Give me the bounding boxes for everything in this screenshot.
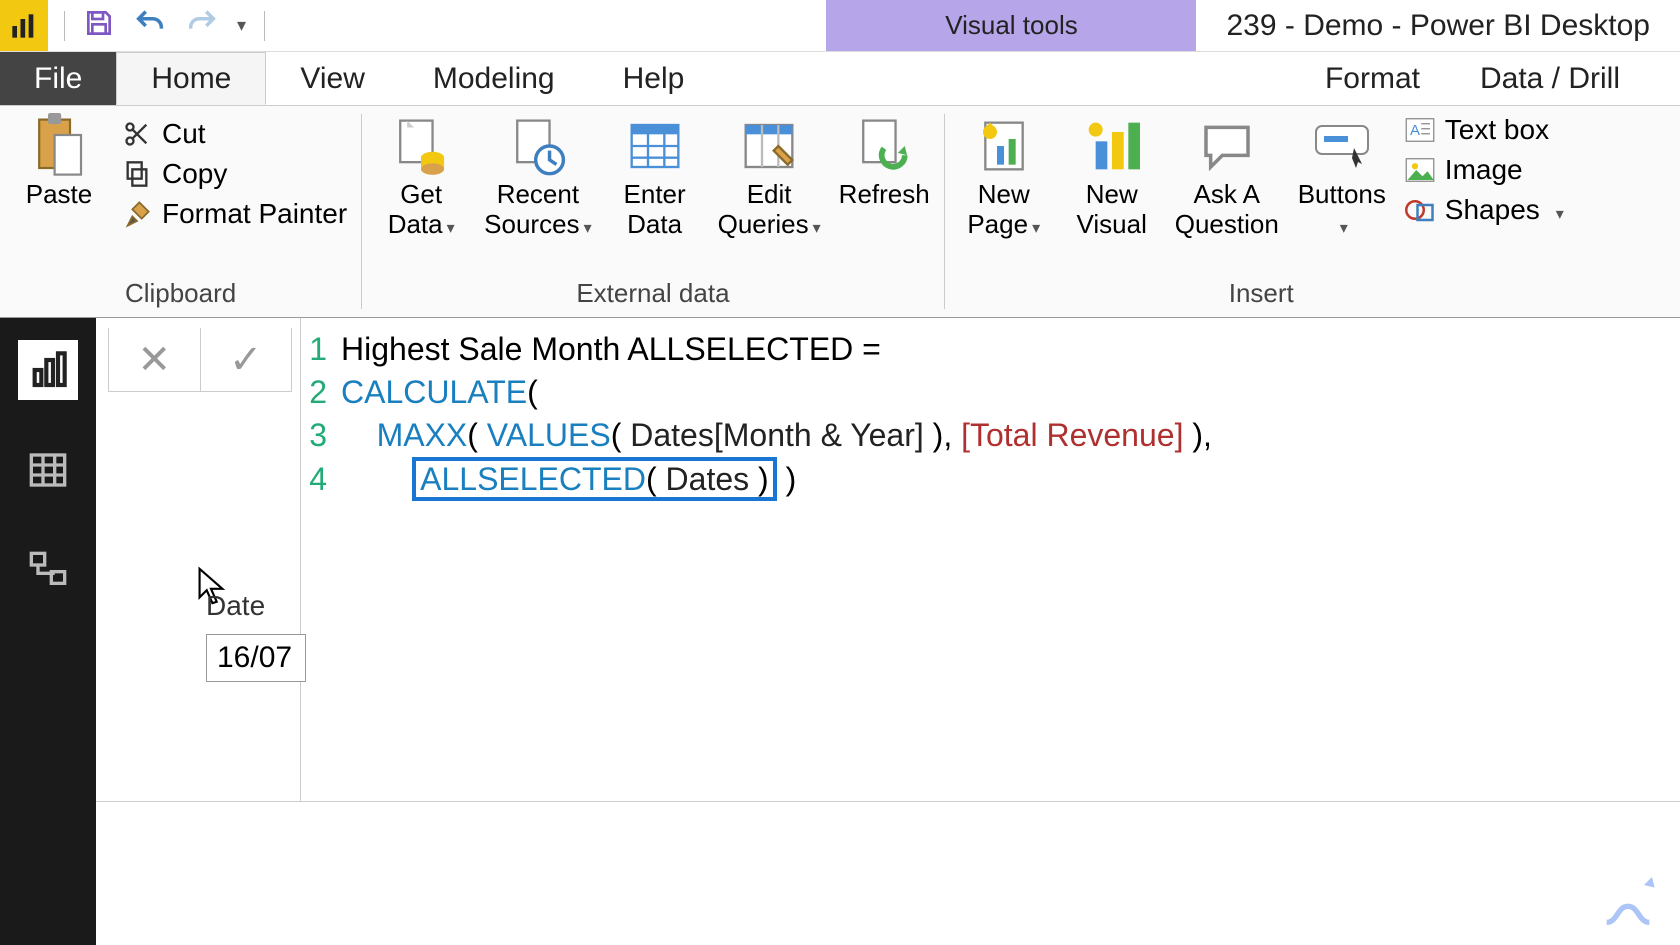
group-label: Clipboard <box>14 274 347 317</box>
enter-data-icon <box>625 116 685 176</box>
report-canvas: ✕ ✓ 1Highest Sale Month ALLSELECTED = 2C… <box>96 318 1680 945</box>
contextual-tab-header: Visual tools <box>826 0 1196 51</box>
new-page-button[interactable]: New Page <box>959 112 1049 240</box>
dax-function: MAXX <box>377 417 468 453</box>
main: ✕ ✓ 1Highest Sale Month ALLSELECTED = 2C… <box>0 318 1680 945</box>
edit-queries-button[interactable]: Edit Queries <box>718 112 821 240</box>
cut-label: Cut <box>162 118 206 150</box>
cut-button[interactable]: Cut <box>122 118 347 150</box>
recent-sources-button[interactable]: Recent Sources <box>484 112 591 240</box>
ask-question-icon <box>1197 116 1257 176</box>
code-line: 1Highest Sale Month ALLSELECTED = <box>301 328 1680 371</box>
table-ref: Dates <box>666 461 750 497</box>
nav-report-view[interactable] <box>18 340 78 400</box>
watermark-icon <box>1596 869 1660 933</box>
code-line: 4 ALLSELECTED( Dates ) ) <box>301 458 1680 501</box>
window-title: 239 - Demo - Power BI Desktop <box>1196 0 1680 51</box>
text-box-label: Text box <box>1445 114 1549 146</box>
qat-dropdown-icon[interactable]: ▾ <box>237 15 246 36</box>
format-painter-button[interactable]: Format Painter <box>122 198 347 230</box>
image-button[interactable]: Image <box>1405 154 1564 186</box>
format-painter-label: Format Painter <box>162 198 347 230</box>
ribbon-tabs: File Home View Modeling Help Format Data… <box>0 52 1680 106</box>
measure-ref: [Total Revenue] <box>961 417 1183 453</box>
title-bar: ▾ Visual tools 239 - Demo - Power BI Des… <box>0 0 1680 52</box>
ribbon-group-clipboard: Paste Cut Copy Format Painter Clipboard <box>0 106 361 317</box>
nav-data-view[interactable] <box>18 440 78 500</box>
code-line: 2CALCULATE( <box>301 371 1680 414</box>
shapes-button[interactable]: Shapes <box>1405 194 1564 226</box>
code-text: Highest Sale Month ALLSELECTED = <box>341 328 881 371</box>
buttons-button[interactable]: Buttons <box>1297 112 1387 240</box>
column-ref: Dates[Month & Year] <box>630 417 924 453</box>
brush-icon <box>122 199 152 229</box>
separator <box>264 11 265 41</box>
app-logo-icon <box>0 0 48 51</box>
clipboard-icon <box>29 116 89 176</box>
copy-button[interactable]: Copy <box>122 158 347 190</box>
group-label: External data <box>376 274 930 317</box>
edit-queries-icon <box>739 116 799 176</box>
formula-cancel-button[interactable]: ✕ <box>109 328 200 391</box>
group-label: Insert <box>959 274 1564 317</box>
dax-function: ALLSELECTED <box>420 461 646 497</box>
quick-access-toolbar: ▾ <box>48 0 281 51</box>
tab-modeling[interactable]: Modeling <box>399 52 589 105</box>
formula-commit-button[interactable]: ✓ <box>200 328 292 391</box>
buttons-icon <box>1312 116 1372 176</box>
code-line: 3 MAXX( VALUES( Dates[Month & Year] ), [… <box>301 414 1680 457</box>
new-visual-button[interactable]: New Visual <box>1067 112 1157 240</box>
dax-function: VALUES <box>487 417 611 453</box>
tab-file[interactable]: File <box>0 52 116 105</box>
get-data-button[interactable]: Get Data <box>376 112 466 240</box>
copy-icon <box>122 159 152 189</box>
new-visual-icon <box>1082 116 1142 176</box>
enter-data-button[interactable]: Enter Data <box>610 112 700 240</box>
save-icon[interactable] <box>83 7 115 44</box>
annotation-highlight: ALLSELECTED( Dates ) <box>412 457 777 501</box>
tab-home[interactable]: Home <box>116 52 266 105</box>
text-box-button[interactable]: A Text box <box>1405 114 1564 146</box>
ribbon-group-insert: New Page New Visual Ask A Question Butto… <box>945 106 1578 317</box>
get-data-icon <box>391 116 451 176</box>
text-box-icon: A <box>1405 115 1435 145</box>
separator <box>64 11 65 41</box>
new-page-icon <box>974 116 1034 176</box>
slicer-title: Date <box>206 590 306 622</box>
tab-view[interactable]: View <box>266 52 398 105</box>
nav-model-view[interactable] <box>18 540 78 600</box>
ask-a-question-button[interactable]: Ask A Question <box>1175 112 1279 240</box>
tab-format[interactable]: Format <box>1295 52 1450 105</box>
redo-icon[interactable] <box>185 6 219 45</box>
ribbon-group-external-data: Get Data Recent Sources Enter Data Edit … <box>362 106 944 317</box>
undo-icon[interactable] <box>133 6 167 45</box>
tab-data-drill[interactable]: Data / Drill <box>1450 52 1650 105</box>
recent-sources-icon <box>508 116 568 176</box>
paste-button[interactable]: Paste <box>14 112 104 210</box>
date-slicer[interactable]: Date 16/07 <box>206 590 306 682</box>
slicer-start-date-input[interactable]: 16/07 <box>206 634 306 682</box>
scissors-icon <box>122 119 152 149</box>
formula-bar: ✕ ✓ 1Highest Sale Month ALLSELECTED = 2C… <box>96 318 1680 802</box>
view-switcher <box>0 318 96 945</box>
shapes-label: Shapes <box>1445 194 1540 226</box>
ribbon: Paste Cut Copy Format Painter Clipboard <box>0 106 1680 318</box>
image-icon <box>1405 155 1435 185</box>
tab-help[interactable]: Help <box>589 52 719 105</box>
image-label: Image <box>1445 154 1523 186</box>
dax-editor[interactable]: 1Highest Sale Month ALLSELECTED = 2CALCU… <box>300 318 1680 801</box>
svg-text:A: A <box>1410 122 1420 139</box>
refresh-button[interactable]: Refresh <box>839 112 930 210</box>
dax-function: CALCULATE <box>341 374 527 410</box>
refresh-icon <box>854 116 914 176</box>
copy-label: Copy <box>162 158 227 190</box>
shapes-icon <box>1405 195 1435 225</box>
